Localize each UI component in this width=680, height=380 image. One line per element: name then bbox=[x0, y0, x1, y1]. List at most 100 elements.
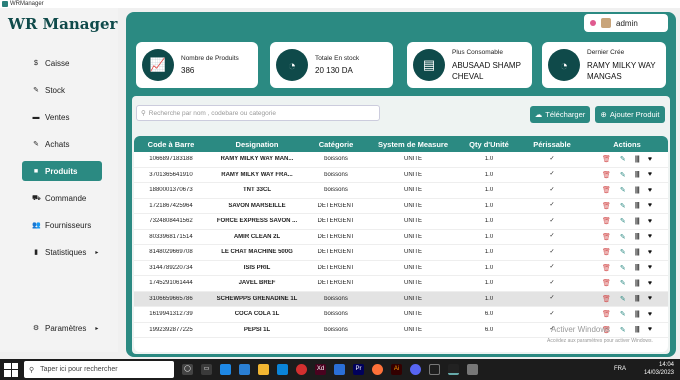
trash-icon[interactable]: 🗑 bbox=[602, 279, 611, 287]
barcode-icon[interactable]: ||||| bbox=[635, 233, 640, 240]
edit-icon[interactable]: ✎ bbox=[620, 155, 626, 163]
taskbar-search[interactable]: ⚲ Taper ici pour rechercher bbox=[24, 361, 174, 378]
task-view-icon[interactable]: ◯ bbox=[182, 364, 193, 375]
col-perishable[interactable]: Périssable bbox=[518, 140, 586, 149]
add-product-button[interactable]: ⊕ Ajouter Produit bbox=[595, 106, 665, 123]
perishable-checkbox[interactable]: ✓ bbox=[549, 249, 556, 256]
download-button[interactable]: ☁ Télécharger bbox=[530, 106, 590, 123]
heart-icon[interactable]: ♥ bbox=[648, 171, 652, 178]
terminal-icon[interactable] bbox=[429, 364, 440, 375]
explorer-icon[interactable] bbox=[239, 364, 250, 375]
barcode-icon[interactable]: ||||| bbox=[635, 156, 640, 163]
illustrator-icon[interactable]: Ai bbox=[391, 364, 402, 375]
heart-icon[interactable]: ♥ bbox=[648, 202, 652, 209]
sidebar-item-ventes[interactable]: ▬ Ventes bbox=[22, 107, 102, 127]
heart-icon[interactable]: ♥ bbox=[648, 326, 652, 333]
barcode-icon[interactable]: ||||| bbox=[635, 311, 640, 318]
heart-icon[interactable]: ♥ bbox=[648, 218, 652, 225]
edit-icon[interactable]: ✎ bbox=[620, 217, 626, 225]
premiere-icon[interactable]: Pr bbox=[353, 364, 364, 375]
trash-icon[interactable]: 🗑 bbox=[602, 186, 611, 194]
perishable-checkbox[interactable]: ✓ bbox=[549, 233, 556, 240]
perishable-checkbox[interactable]: ✓ bbox=[549, 295, 556, 302]
trash-icon[interactable]: 🗑 bbox=[602, 295, 611, 303]
task-switch-icon[interactable]: ▭ bbox=[201, 364, 212, 375]
edit-icon[interactable]: ✎ bbox=[620, 264, 626, 272]
heart-icon[interactable]: ♥ bbox=[648, 280, 652, 287]
heart-icon[interactable]: ♥ bbox=[648, 233, 652, 240]
edit-icon[interactable]: ✎ bbox=[620, 186, 626, 194]
folder-icon[interactable] bbox=[258, 364, 269, 375]
table-row[interactable]: 8148029669708 LE CHAT MACHINE 500G DETERGE… bbox=[134, 245, 668, 261]
clock[interactable]: 14:04 14/03/2023 bbox=[644, 361, 674, 377]
intellij-icon[interactable] bbox=[448, 364, 459, 375]
sidebar-item-achats[interactable]: ✎ Achats bbox=[22, 134, 102, 154]
barcode-icon[interactable]: ||||| bbox=[635, 218, 640, 225]
trash-icon[interactable]: 🗑 bbox=[602, 310, 611, 318]
discord-icon[interactable] bbox=[410, 364, 421, 375]
perishable-checkbox[interactable]: ✓ bbox=[549, 202, 556, 209]
barcode-icon[interactable]: ||||| bbox=[635, 249, 640, 256]
heart-icon[interactable]: ♥ bbox=[648, 295, 652, 302]
sidebar-item-produits[interactable]: ■ Produits bbox=[22, 161, 102, 181]
sidebar-item-commande[interactable]: ⛟ Commande bbox=[22, 188, 102, 208]
perishable-checkbox[interactable]: ✓ bbox=[549, 280, 556, 287]
trash-icon[interactable]: 🗑 bbox=[602, 202, 611, 210]
table-row[interactable]: 7324808441562 FORCE EXPRESS SAVON ... DETE… bbox=[134, 214, 668, 230]
col-barcode[interactable]: Code à Barre bbox=[134, 140, 208, 149]
perishable-checkbox[interactable]: ✓ bbox=[549, 264, 556, 271]
sidebar-item-stock[interactable]: ✎ Stock bbox=[22, 80, 102, 100]
trash-icon[interactable]: 🗑 bbox=[602, 248, 611, 256]
col-qty[interactable]: Qty d'Unité bbox=[460, 140, 518, 149]
barcode-icon[interactable]: ||||| bbox=[635, 187, 640, 194]
edit-icon[interactable]: ✎ bbox=[620, 326, 626, 334]
heart-icon[interactable]: ♥ bbox=[648, 156, 652, 163]
edit-icon[interactable]: ✎ bbox=[620, 233, 626, 241]
firefox-icon[interactable] bbox=[372, 364, 383, 375]
perishable-checkbox[interactable]: ✓ bbox=[549, 171, 556, 178]
language-indicator[interactable]: FRA bbox=[614, 366, 626, 372]
edge-icon[interactable] bbox=[220, 364, 231, 375]
table-row[interactable]: 8033968171514 AMIR CLEAN 2L DETERGENT UNITE… bbox=[134, 230, 668, 245]
barcode-icon[interactable]: ||||| bbox=[635, 295, 640, 302]
sidebar-item-parametres[interactable]: ⚙ Paramètres ▸ bbox=[22, 318, 102, 338]
trash-icon[interactable]: 🗑 bbox=[602, 155, 611, 163]
perishable-checkbox[interactable]: ✓ bbox=[549, 156, 556, 163]
xd-icon[interactable]: Xd bbox=[315, 364, 326, 375]
perishable-checkbox[interactable]: ✓ bbox=[549, 187, 556, 194]
table-row[interactable]: 1721867425964 SAVON MARSEILLE DETERGENT UNI… bbox=[134, 199, 668, 214]
edit-icon[interactable]: ✎ bbox=[620, 279, 626, 287]
edit-icon[interactable]: ✎ bbox=[620, 310, 626, 318]
sidebar-item-statistiques[interactable]: ▮ Statistiques ▸ bbox=[22, 242, 102, 262]
search-input[interactable]: ⚲ Recherche par nom , codebare ou catego… bbox=[136, 105, 380, 121]
table-row[interactable]: 1619941312739 COCA COLA 1L boissons UNITE 6.… bbox=[134, 307, 668, 323]
barcode-icon[interactable]: ||||| bbox=[635, 264, 640, 271]
trash-icon[interactable]: 🗑 bbox=[602, 233, 611, 241]
table-row[interactable]: 1745291061444 JAVEL BREF DETERGENT UNITE 1.0… bbox=[134, 276, 668, 292]
sidebar-item-caisse[interactable]: $ Caisse bbox=[22, 53, 102, 73]
heart-icon[interactable]: ♥ bbox=[648, 187, 652, 194]
heart-icon[interactable]: ♥ bbox=[648, 249, 652, 256]
trash-icon[interactable]: 🗑 bbox=[602, 264, 611, 272]
trash-icon[interactable]: 🗑 bbox=[602, 217, 611, 225]
heart-icon[interactable]: ♥ bbox=[648, 311, 652, 318]
table-row[interactable]: 1880001370673 TNT 33CL boissons UNITE 1.0 ✓ 🗑 ✎… bbox=[134, 183, 668, 199]
barcode-icon[interactable]: ||||| bbox=[635, 202, 640, 209]
col-measure[interactable]: System de Measure bbox=[366, 140, 460, 149]
heart-icon[interactable]: ♥ bbox=[648, 264, 652, 271]
perishable-checkbox[interactable]: ✓ bbox=[549, 218, 556, 225]
barcode-icon[interactable]: ||||| bbox=[635, 280, 640, 287]
barcode-icon[interactable]: ||||| bbox=[635, 171, 640, 178]
perishable-checkbox[interactable]: ✓ bbox=[549, 311, 556, 318]
edit-icon[interactable]: ✎ bbox=[620, 171, 626, 179]
col-category[interactable]: Catégorie bbox=[306, 140, 366, 149]
edit-icon[interactable]: ✎ bbox=[620, 202, 626, 210]
table-row[interactable]: 3106659665786 SCHEWPPS GRENADINE 1L boisso… bbox=[134, 291, 668, 307]
wrmanager-taskbar-icon[interactable] bbox=[467, 364, 478, 375]
col-designation[interactable]: Designation bbox=[208, 140, 306, 149]
table-row[interactable]: 1066897183188 RAMY MILKY WAY MAN... boisso… bbox=[134, 152, 668, 168]
edit-icon[interactable]: ✎ bbox=[620, 248, 626, 256]
edit-icon[interactable]: ✎ bbox=[620, 295, 626, 303]
chrome-icon[interactable] bbox=[334, 364, 345, 375]
windows-start-icon[interactable] bbox=[4, 362, 18, 377]
